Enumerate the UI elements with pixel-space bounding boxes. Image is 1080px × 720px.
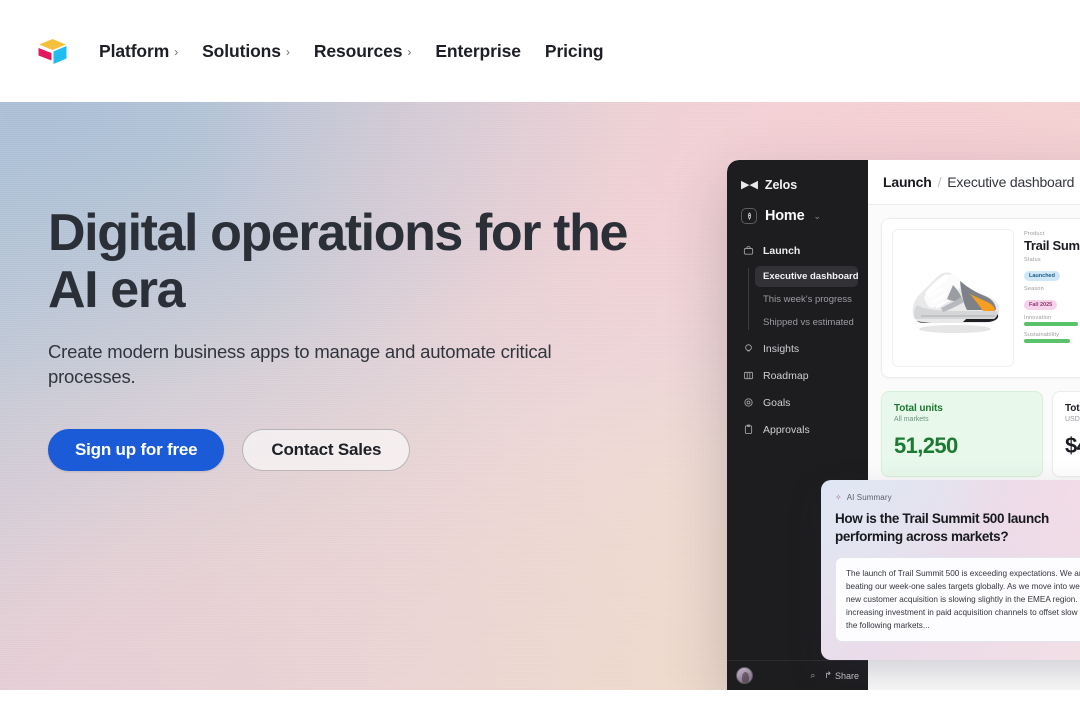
- sidebar-item-label: Insights: [763, 342, 800, 355]
- sidebar-home-label: Home: [765, 208, 805, 224]
- rocket-icon: [741, 208, 757, 224]
- nav-item-platform[interactable]: Platform ›: [99, 41, 178, 62]
- sidebar-nav: Launch Executive dashboard This week's p…: [727, 239, 868, 441]
- metric-card-total-units: Total units All markets 51,250: [881, 391, 1043, 477]
- metric-card-total-revenue: Total revenue USD $4.1M: [1052, 391, 1080, 477]
- metric-subtitle: All markets: [894, 416, 929, 423]
- metric-value: $4.1M: [1065, 433, 1080, 458]
- search-icon[interactable]: ⌕: [810, 670, 815, 681]
- sidebar-item-approvals[interactable]: Approvals: [737, 418, 858, 441]
- sidebar-item-label: Goals: [763, 396, 791, 409]
- ai-summary-tag-label: AI Summary: [846, 493, 892, 502]
- sidebar-subitem-label: Shipped vs estimated: [763, 317, 854, 328]
- primary-nav: Platform › Solutions › Resources › Enter…: [99, 41, 628, 62]
- lightbulb-icon: [743, 343, 754, 354]
- ai-summary-question: How is the Trail Summit 500 launch perfo…: [835, 511, 1049, 544]
- page-title: Digital operations for the AI era: [48, 205, 648, 319]
- nav-item-resources[interactable]: Resources ›: [314, 41, 412, 62]
- sidebar-item-label: Roadmap: [763, 369, 809, 382]
- sidebar-subitem-executive-dashboard[interactable]: Executive dashboard: [755, 266, 859, 287]
- zelos-cube-logo[interactable]: [33, 32, 71, 70]
- sign-up-button[interactable]: Sign up for free: [48, 429, 225, 471]
- chevron-down-icon: ⌄: [813, 210, 822, 221]
- app-brand[interactable]: ▶◀ Zelos: [727, 174, 868, 192]
- contact-sales-button[interactable]: Contact Sales: [242, 429, 411, 471]
- product-fields: Product Trail Summit 500 Status Launched…: [1024, 229, 1080, 367]
- product-card: Product Trail Summit 500 Status Launched…: [881, 218, 1080, 378]
- metric-title: Total revenue: [1065, 403, 1080, 414]
- season-badge: Fall 2025: [1024, 300, 1058, 310]
- page-bottom-strip: [0, 690, 1080, 720]
- sidebar-footer: ⌕ ↱ Share: [727, 660, 868, 690]
- hero-subhead: Create modern business apps to manage an…: [48, 341, 552, 387]
- nav-label: Enterprise: [435, 40, 521, 61]
- ai-summary-card: ✧ AI Summary How is the Trail Summit 500…: [821, 480, 1080, 660]
- nav-label: Resources: [313, 40, 403, 61]
- ai-summary-answer: The launch of Trail Summit 500 is exceed…: [835, 557, 1080, 642]
- product-name: Trail Summit 500: [1024, 238, 1080, 253]
- app-brand-name: Zelos: [764, 178, 798, 192]
- cta-row: Sign up for free Contact Sales: [48, 429, 648, 471]
- sidebar-item-label: Approvals: [763, 423, 810, 436]
- share-button[interactable]: ↱ Share: [824, 670, 859, 681]
- status-badge: Launched: [1024, 271, 1060, 281]
- clipboard-icon: [743, 424, 754, 435]
- sidebar-item-home[interactable]: Home ⌄: [727, 205, 868, 227]
- briefcase-icon: [743, 245, 754, 256]
- innovation-bar: [1024, 322, 1078, 326]
- sidebar-subitem-shipped-vs-estimated[interactable]: Shipped vs estimated: [755, 312, 858, 333]
- sidebar-footer-actions: ⌕ ↱ Share: [810, 670, 859, 681]
- sidebar-item-launch[interactable]: Launch: [737, 239, 858, 262]
- metric-row: Total units All markets 51,250 Total rev…: [881, 391, 1080, 477]
- landing-page: Platform › Solutions › Resources › Enter…: [0, 0, 1080, 720]
- avatar[interactable]: [736, 667, 753, 684]
- breadcrumb: Launch / Executive dashboard: [868, 160, 1080, 205]
- breadcrumb-current: Executive dashboard: [947, 174, 1075, 190]
- sidebar-subitem-this-weeks-progress[interactable]: This week's progress: [755, 289, 858, 310]
- zelos-mark-icon: ▶◀: [741, 178, 758, 191]
- share-icon: ↱: [824, 670, 832, 680]
- sidebar-item-roadmap[interactable]: Roadmap: [737, 364, 858, 387]
- season-label: Season: [1024, 286, 1044, 292]
- breadcrumb-separator: /: [937, 174, 942, 190]
- nav-item-pricing[interactable]: Pricing: [545, 41, 604, 62]
- nav-item-enterprise[interactable]: Enterprise: [435, 41, 521, 62]
- nav-label: Platform: [99, 40, 170, 61]
- target-icon: [743, 397, 754, 408]
- headline-line-2: AI era: [48, 261, 186, 319]
- sidebar-item-goals[interactable]: Goals: [737, 391, 858, 414]
- headline-line-1: Digital operations for the: [48, 204, 628, 262]
- sidebar-subitem-label: Executive dashboard: [763, 271, 859, 282]
- sparkle-icon: ✧: [835, 493, 842, 502]
- sustainability-label: Sustainability: [1024, 332, 1060, 338]
- nav-item-solutions[interactable]: Solutions ›: [202, 41, 290, 62]
- product-label: Product: [1024, 231, 1045, 237]
- breadcrumb-parent[interactable]: Launch: [883, 174, 932, 190]
- ai-summary-tag: ✧ AI Summary: [835, 493, 1080, 502]
- map-icon: [743, 370, 754, 381]
- share-label: Share: [834, 670, 859, 681]
- sidebar-subitem-label: This week's progress: [763, 294, 852, 305]
- sidebar-sublist: Executive dashboard This week's progress…: [737, 266, 859, 333]
- sidebar-item-label: Launch: [763, 244, 801, 257]
- chevron-right-icon: ›: [407, 44, 412, 59]
- hero-copy: Digital operations for the AI era Create…: [48, 205, 648, 471]
- product-image: [892, 229, 1014, 367]
- dashboard-body: Product Trail Summit 500 Status Launched…: [868, 205, 1080, 477]
- nav-label: Solutions: [202, 40, 281, 61]
- metric-value: 51,250: [894, 433, 958, 458]
- sustainability-bar: [1024, 339, 1070, 343]
- innovation-label: Innovation: [1024, 315, 1052, 321]
- top-navbar: Platform › Solutions › Resources › Enter…: [0, 0, 1080, 102]
- status-label: Status: [1024, 257, 1041, 263]
- metric-title: Total units: [894, 403, 943, 414]
- sidebar-item-insights[interactable]: Insights: [737, 337, 858, 360]
- nav-label: Pricing: [544, 40, 604, 61]
- chevron-right-icon: ›: [285, 44, 290, 59]
- metric-subtitle: USD: [1065, 416, 1080, 423]
- chevron-right-icon: ›: [174, 44, 179, 59]
